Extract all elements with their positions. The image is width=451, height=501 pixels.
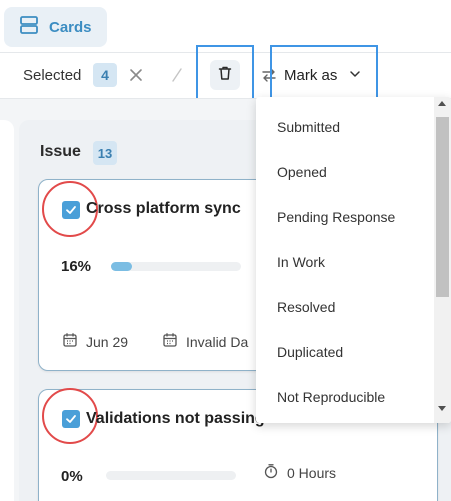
previous-column-edge [0, 120, 14, 501]
calendar-icon [162, 332, 178, 351]
end-date-text: Invalid Da [186, 333, 249, 350]
progress-fill [111, 262, 132, 271]
scroll-down-arrow-icon[interactable] [438, 406, 446, 411]
menu-scrollbar[interactable] [434, 97, 451, 423]
menu-item-submitted[interactable]: Submitted [277, 119, 340, 135]
card-start-date: Jun 29 [62, 332, 128, 351]
card-title: Validations not passing [86, 410, 265, 427]
calendar-icon [62, 332, 78, 351]
menu-item-opened[interactable]: Opened [277, 164, 327, 180]
menu-item-pending-response[interactable]: Pending Response [277, 209, 395, 225]
selected-label: Selected [23, 67, 82, 84]
scroll-up-arrow-icon[interactable] [438, 101, 446, 106]
mark-as-menu: Submitted Opened Pending Response In Wor… [256, 97, 451, 423]
hours-text: 0 Hours [287, 464, 337, 481]
cards-view-icon [19, 15, 39, 40]
start-date-text: Jun 29 [86, 333, 129, 350]
menu-item-duplicated[interactable]: Duplicated [277, 344, 343, 360]
separator-slash-icon [168, 66, 186, 84]
card-progress-label: 16% [61, 258, 92, 275]
column-title: Issue [40, 143, 81, 160]
menu-item-in-work[interactable]: In Work [277, 254, 325, 270]
close-icon[interactable] [127, 66, 145, 84]
selected-count-badge: 4 [93, 63, 117, 87]
timer-icon [263, 463, 279, 482]
mark-as-label: Mark as [284, 66, 338, 84]
menu-item-resolved[interactable]: Resolved [277, 299, 335, 315]
card-progress-label: 0% [61, 468, 83, 485]
cards-view-label: Cards [49, 18, 92, 36]
scrollbar-thumb[interactable] [436, 117, 449, 297]
delete-button[interactable] [210, 60, 240, 90]
trash-icon [217, 65, 233, 86]
cards-view-button[interactable]: Cards [4, 7, 107, 47]
progress-track [111, 262, 241, 271]
card-hours: 0 Hours [263, 463, 336, 482]
progress-track [106, 471, 236, 480]
menu-item-not-reproducible[interactable]: Not Reproducible [277, 389, 385, 405]
column-count-badge: 13 [93, 141, 117, 165]
mark-as-dropdown-button[interactable]: Mark as [284, 62, 361, 88]
card-end-date: Invalid Da [162, 332, 248, 351]
chevron-down-icon [349, 67, 361, 84]
card-title: Cross platform sync [86, 200, 241, 217]
